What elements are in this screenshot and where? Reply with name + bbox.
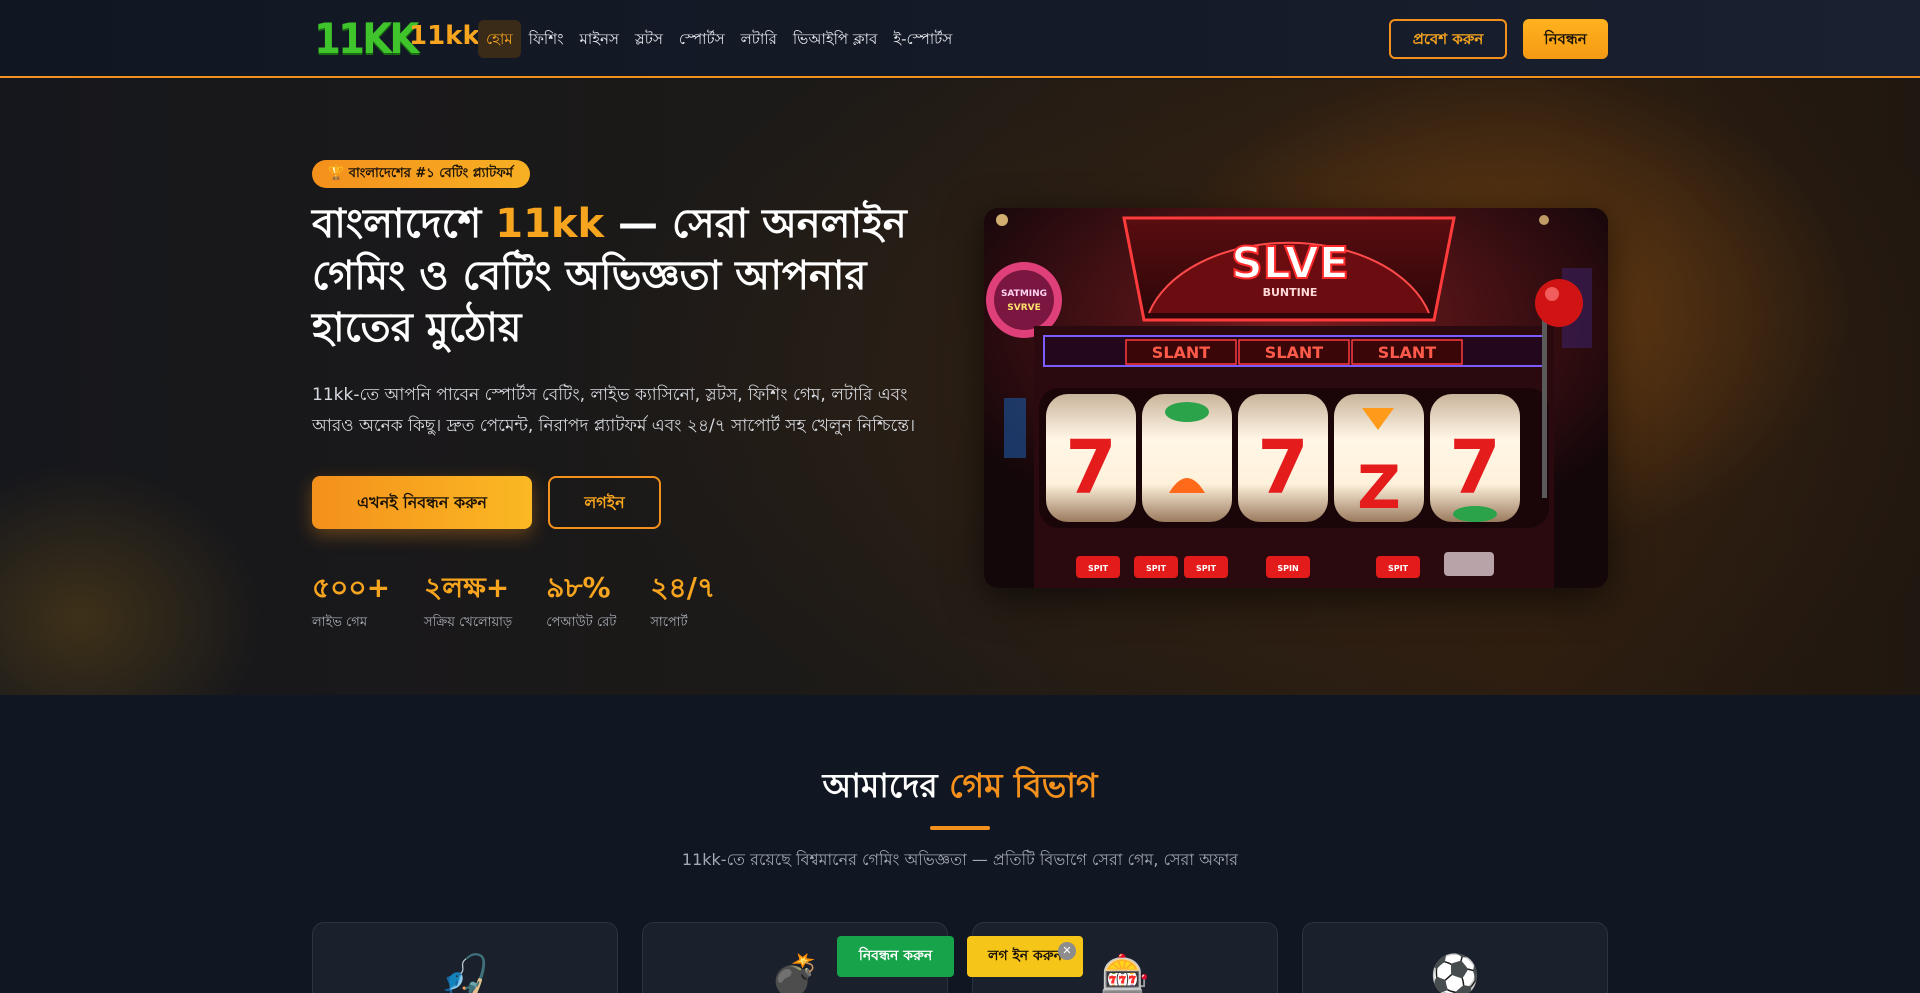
brand-logo-text[interactable]: 11kk [409,18,480,54]
stat-label: সক্রিয় খেলোয়াড় [424,615,513,630]
stat-value: ২লক্ষ+ [424,571,510,604]
category-card-sports[interactable]: ⚽ [1302,922,1608,993]
games-section-subtitle: 11kk-তে রয়েছে বিশ্বমানের গেমিং অভিজ্ঞতা… [681,850,1239,869]
stat-value: ৫০০+ [312,571,391,604]
games-section-title: আমাদের গেম বিভাগ [0,763,1920,809]
machine-sign-subtitle: BUNTINE [1263,286,1318,299]
hero-login-button[interactable]: লগইন [548,476,661,529]
reel-banner-3: SLANT [1378,343,1436,362]
stat-active-players: ২লক্ষ+ সক্রিয় খেলোয়াড় [424,568,512,638]
hero-badge: 🏆 বাংলাদেশের #১ বেটিং প্ল্যাটফর্ম [312,160,530,188]
main-nav: হোম ফিশিং মাইনস স্লটস স্পোর্টস লটারি ভিআ… [478,20,960,58]
machine-button-label-4: SPIN [1277,564,1298,573]
side-sign-line-1: SATMING [1001,289,1047,299]
machine-sign-title: SLVE [1231,238,1349,289]
nav-item-mines[interactable]: মাইনস [572,20,627,58]
stat-support: ২৪/৭ সাপোর্ট [650,568,715,638]
games-title-prefix: আমাদের [822,766,950,805]
nav-item-home[interactable]: হোম [478,20,521,58]
header-login-button[interactable]: প্রবেশ করুন [1389,19,1507,59]
stat-value: ২৪/৭ [650,571,716,604]
hero-stats: ৫০০+ লাইভ গেম ২লক্ষ+ সক্রিয় খেলোয়াড় ৯… [312,568,749,638]
close-icon[interactable]: ✕ [1058,942,1076,960]
hero-title-prefix: বাংলাদেশে [312,201,496,247]
svg-text:7: 7 [1065,425,1117,511]
svg-text:7: 7 [1257,425,1309,511]
hero-register-button[interactable]: এখনই নিবন্ধন করুন [312,476,532,529]
site-header: 11KK 11kk হোম ফিশিং মাইনস স্লটস স্পোর্টস… [0,0,1920,78]
hero-slot-machine-image: SATMING SVRVE SLVE BUNTINE SLANT SLANT S… [984,208,1608,588]
hero-title: বাংলাদেশে 11kk — সেরা অনলাইন গেমিং ও বেট… [312,198,952,354]
bomb-icon: 💣 [770,953,820,993]
stat-value: ৯৮% [546,571,611,604]
stat-payout-rate: ৯৮% পেআউট রেট [546,568,616,638]
svg-text:7: 7 [1449,425,1501,511]
soccer-ball-icon: ⚽ [1430,953,1480,993]
nav-item-lottery[interactable]: লটারি [733,20,785,58]
games-title-accent: গেম বিভাগ [949,766,1098,805]
fishing-icon: 🎣 [440,953,490,993]
machine-button-label-1: SPIT [1088,564,1109,573]
machine-button-label-3: SPIT [1196,564,1217,573]
category-card-fishing[interactable]: 🎣 [312,922,618,993]
stat-label: লাইভ গেম [312,615,368,630]
nav-item-sports[interactable]: স্পোর্টস [671,20,733,58]
reel-banner-2: SLANT [1265,343,1323,362]
stat-label: সাপোর্ট [650,615,688,630]
slot-machine-illustration: SATMING SVRVE SLVE BUNTINE SLANT SLANT S… [984,208,1608,588]
section-divider [930,826,990,830]
nav-item-vip-club[interactable]: ভিআইপি ক্লাব [785,20,885,58]
machine-button-label-2: SPIT [1146,564,1167,573]
machine-button-label-5: SPIT [1388,564,1409,573]
header-register-button[interactable]: নিবন্ধন [1523,19,1608,59]
svg-text:Z: Z [1357,453,1401,523]
reel-banner-1: SLANT [1152,343,1210,362]
hero-section [0,79,1920,695]
stat-live-games: ৫০০+ লাইভ গেম [312,568,390,638]
floating-register-button[interactable]: নিবন্ধন করুন [837,936,954,977]
slot-icon: 🎰 [1100,953,1150,993]
nav-item-slots[interactable]: স্লটস [627,20,671,58]
nav-item-fishing[interactable]: ফিশিং [521,20,572,58]
hero-description: 11kk-তে আপনি পাবেন স্পোর্টস বেটিং, লাইভ … [312,385,916,436]
stat-label: পেআউট রেট [546,615,617,630]
hero-title-brand: 11kk [495,201,605,247]
nav-item-esports[interactable]: ই-স্পোর্টস [885,20,960,58]
brand-logo-mark[interactable]: 11KK [314,16,419,62]
side-sign-line-2: SVRVE [1007,303,1041,313]
